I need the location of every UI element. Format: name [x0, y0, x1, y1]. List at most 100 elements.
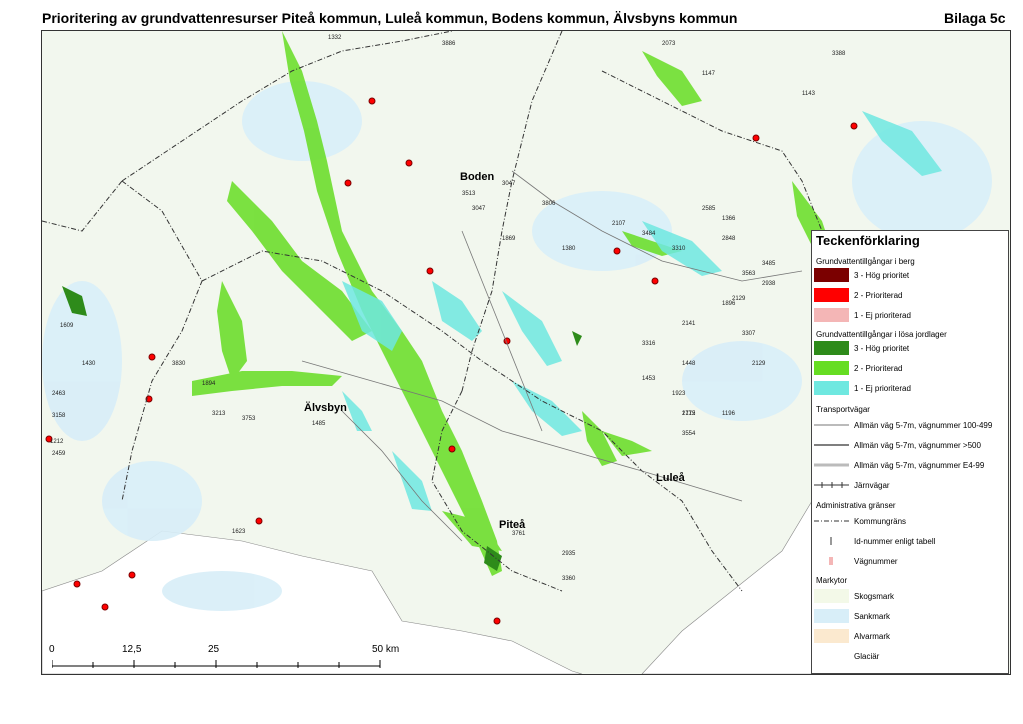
id-number-label: 3886 — [442, 41, 456, 47]
legend-item-berg-1: 1 - Ej prioriterad — [814, 308, 911, 322]
id-number-label: 3213 — [212, 411, 226, 417]
id-number-label: 2848 — [722, 236, 736, 242]
legend-item-sankmark: Sankmark — [814, 609, 890, 623]
legend-section-transport: Transportvägar — [816, 405, 870, 414]
id-number-label: 1609 — [60, 323, 74, 329]
legend-item-kommungrans: Kommungräns — [814, 514, 906, 528]
id-number-label: 1212 — [50, 439, 64, 445]
id-number-label: 1623 — [232, 529, 246, 535]
legend-label: 3 - Hög prioritet — [854, 343, 910, 353]
id-number-label: 3047 — [472, 206, 486, 212]
id-number-label: 2459 — [52, 451, 66, 457]
legend-item-skogsmark: Skogsmark — [814, 589, 894, 603]
id-number-label: 2938 — [762, 281, 776, 287]
id-number-label: 2463 — [52, 391, 66, 397]
legend-item-vagnummer: Vägnummer — [814, 554, 898, 568]
id-number-label: 3158 — [52, 413, 66, 419]
id-number-label: 2129 — [752, 361, 766, 367]
swatch-berg-3 — [814, 268, 849, 282]
legend-label: Glaciär — [854, 651, 880, 661]
legend-item-jord-2: 2 - Prioriterad — [814, 361, 902, 375]
legend-title: Teckenförklaring — [816, 233, 920, 248]
legend-label: Allmän väg 5-7m, vägnummer E4-99 — [854, 460, 985, 470]
map-title: Prioritering av grundvattenresurser Pite… — [42, 10, 738, 26]
legend-section-mark: Markytor — [816, 576, 848, 585]
id-number-label: 3484 — [642, 231, 656, 237]
legend-panel: Teckenförklaring Grundvattentillgångar i… — [811, 230, 1009, 674]
swatch-berg-1 — [814, 308, 849, 322]
id-number-label: 1196 — [722, 411, 735, 417]
id-number-label: 1147 — [702, 71, 715, 77]
scale-bar: 0 12,5 25 50 km — [49, 644, 399, 675]
swatch-sankmark — [814, 609, 849, 623]
legend-label: Id-nummer enligt tabell — [854, 536, 936, 546]
legend-item-road-100: Allmän väg 5-7m, vägnummer 100-499 — [814, 418, 992, 432]
border-symbol — [814, 514, 849, 528]
legend-label: 2 - Prioriterad — [854, 290, 903, 300]
road-symbol — [814, 458, 849, 472]
id-number-label: 1143 — [802, 91, 815, 97]
id-number-label: 3753 — [242, 416, 256, 422]
scale-label-12: 12,5 — [122, 644, 142, 655]
legend-label: Skogsmark — [854, 591, 895, 601]
legend-item-id: Id-nummer enligt tabell — [814, 534, 935, 548]
id-number-label: 1448 — [682, 361, 696, 367]
id-number-label: 3360 — [562, 576, 576, 582]
id-number-label: 3485 — [762, 261, 776, 267]
legend-label: 2 - Prioriterad — [854, 363, 903, 373]
id-number-label: 3554 — [682, 431, 696, 437]
road-symbol — [814, 438, 849, 452]
id-number-label: 1366 — [722, 216, 736, 222]
legend-label: 1 - Ej prioriterad — [854, 383, 911, 393]
id-number-label: 3830 — [172, 361, 186, 367]
place-alvsbyn: Älvsbyn — [304, 402, 347, 414]
swatch-jord-1 — [814, 381, 849, 395]
id-number-label: 3307 — [742, 331, 756, 337]
road-symbol — [814, 418, 849, 432]
id-number-label: 2935 — [562, 551, 576, 557]
id-number-label: 1453 — [642, 376, 656, 382]
id-number-label: 1894 — [202, 381, 216, 387]
id-number-label: 1380 — [562, 246, 576, 252]
id-number-label: 3047 — [502, 181, 516, 187]
legend-label: Sankmark — [854, 611, 891, 621]
legend-section-berg: Grundvattentillgångar i berg — [816, 257, 915, 266]
place-pitea: Piteå — [499, 519, 526, 531]
legend-section-jord: Grundvattentillgångar i lösa jordlager — [816, 330, 947, 339]
id-number-label: 3761 — [512, 531, 526, 537]
legend-label: Järnvägar — [854, 480, 890, 490]
id-number-label: 1869 — [502, 236, 516, 242]
id-number-label: 3806 — [542, 201, 556, 207]
id-number-label: 1896 — [722, 301, 736, 307]
id-number-label: 3563 — [742, 271, 756, 277]
legend-label: Allmän väg 5-7m, vägnummer >500 — [854, 440, 981, 450]
legend-item-road-500: Allmän väg 5-7m, vägnummer >500 — [814, 438, 981, 452]
legend-item-glaciar: Glaciär — [814, 649, 879, 663]
id-symbol — [814, 534, 849, 548]
sea-area-east — [641, 470, 833, 674]
id-number-label: 1430 — [82, 361, 96, 367]
legend-item-road-e4: Allmän väg 5-7m, vägnummer E4-99 — [814, 458, 984, 472]
swatch-berg-2 — [814, 288, 849, 302]
id-number-label: 1485 — [312, 421, 326, 427]
id-number-label: 3513 — [462, 191, 476, 197]
legend-label: Allmän väg 5-7m, vägnummer 100-499 — [854, 420, 993, 430]
id-number-label: 2073 — [662, 41, 676, 47]
id-number-label: 3316 — [642, 341, 656, 347]
legend-item-berg-3: 3 - Hög prioritet — [814, 268, 909, 282]
id-number-label: 1332 — [328, 35, 342, 41]
swatch-alvarmark — [814, 629, 849, 643]
legend-label: Vägnummer — [854, 556, 898, 566]
legend-section-admin: Administrativa gränser — [816, 501, 896, 510]
id-number-label: 2585 — [702, 206, 716, 212]
legend-item-jord-1: 1 - Ej prioriterad — [814, 381, 911, 395]
id-number-label: 2141 — [682, 321, 696, 327]
appendix-label: Bilaga 5c — [944, 10, 1006, 26]
legend-label: Alvarmark — [854, 631, 891, 641]
scale-label-25: 25 — [208, 644, 220, 655]
legend-item-jord-3: 3 - Hög prioritet — [814, 341, 909, 355]
legend-item-alvarmark: Alvarmark — [814, 629, 890, 643]
swatch-jord-3 — [814, 341, 849, 355]
id-number-label: 3310 — [672, 246, 686, 252]
legend-item-railway: Järnvägar — [814, 478, 890, 492]
